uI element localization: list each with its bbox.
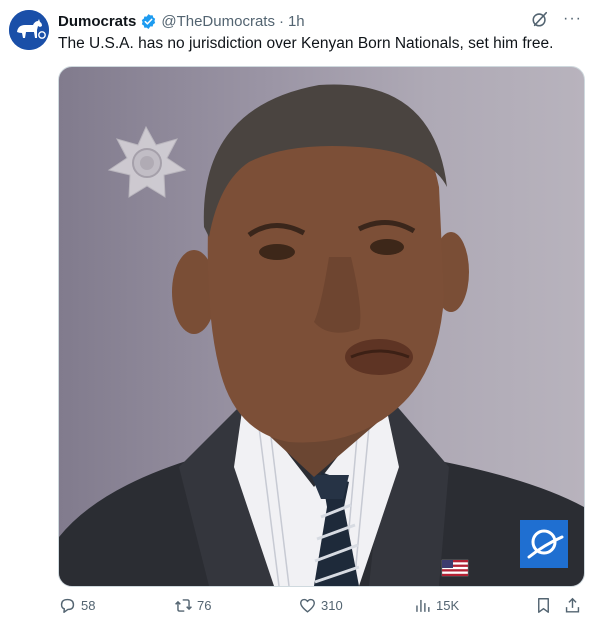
sheriff-badge-icon [107, 125, 187, 198]
donkey-logo-icon [9, 10, 49, 50]
share-button[interactable] [563, 596, 582, 615]
bookmark-icon [538, 598, 549, 613]
views-count: 15K [436, 598, 460, 613]
separator-dot: · [278, 12, 284, 30]
tweet-actions: 58 76 310 15K [58, 596, 583, 618]
retweet-count: 76 [197, 598, 212, 613]
author-handle[interactable]: @TheDumocrats [161, 13, 275, 30]
bookmark-button[interactable] [534, 596, 553, 615]
like-button[interactable]: 310 [298, 596, 343, 615]
reply-button[interactable]: 58 [58, 596, 95, 615]
like-count: 310 [321, 598, 343, 613]
views-button[interactable]: 15K [413, 596, 459, 615]
author-name[interactable]: Dumocrats [58, 13, 136, 30]
top-right-icons: ··· [531, 10, 582, 28]
edited-photo [59, 84, 584, 586]
tweet-media-image[interactable] [58, 66, 585, 587]
heart-icon [300, 598, 315, 613]
american-flag-pin-icon [441, 559, 469, 577]
tweet-header: Dumocrats @TheDumocrats · 1h [58, 11, 305, 31]
retweet-button[interactable]: 76 [174, 596, 211, 615]
tweet-text: The U.S.A. has no jurisdiction over Keny… [58, 35, 554, 52]
news-logo-icon [520, 520, 568, 568]
reply-count: 58 [81, 598, 96, 613]
tweet[interactable]: Dumocrats @TheDumocrats · 1h ··· The U.S… [0, 0, 600, 635]
avatar[interactable] [9, 10, 49, 50]
verified-badge-icon [142, 13, 156, 29]
views-chart-icon [416, 599, 430, 612]
timestamp[interactable]: 1h [288, 13, 305, 30]
retweet-icon [175, 599, 192, 612]
more-options-icon[interactable]: ··· [563, 10, 582, 28]
share-icon [565, 597, 580, 613]
reply-icon [60, 598, 75, 613]
grok-icon[interactable] [531, 10, 549, 28]
